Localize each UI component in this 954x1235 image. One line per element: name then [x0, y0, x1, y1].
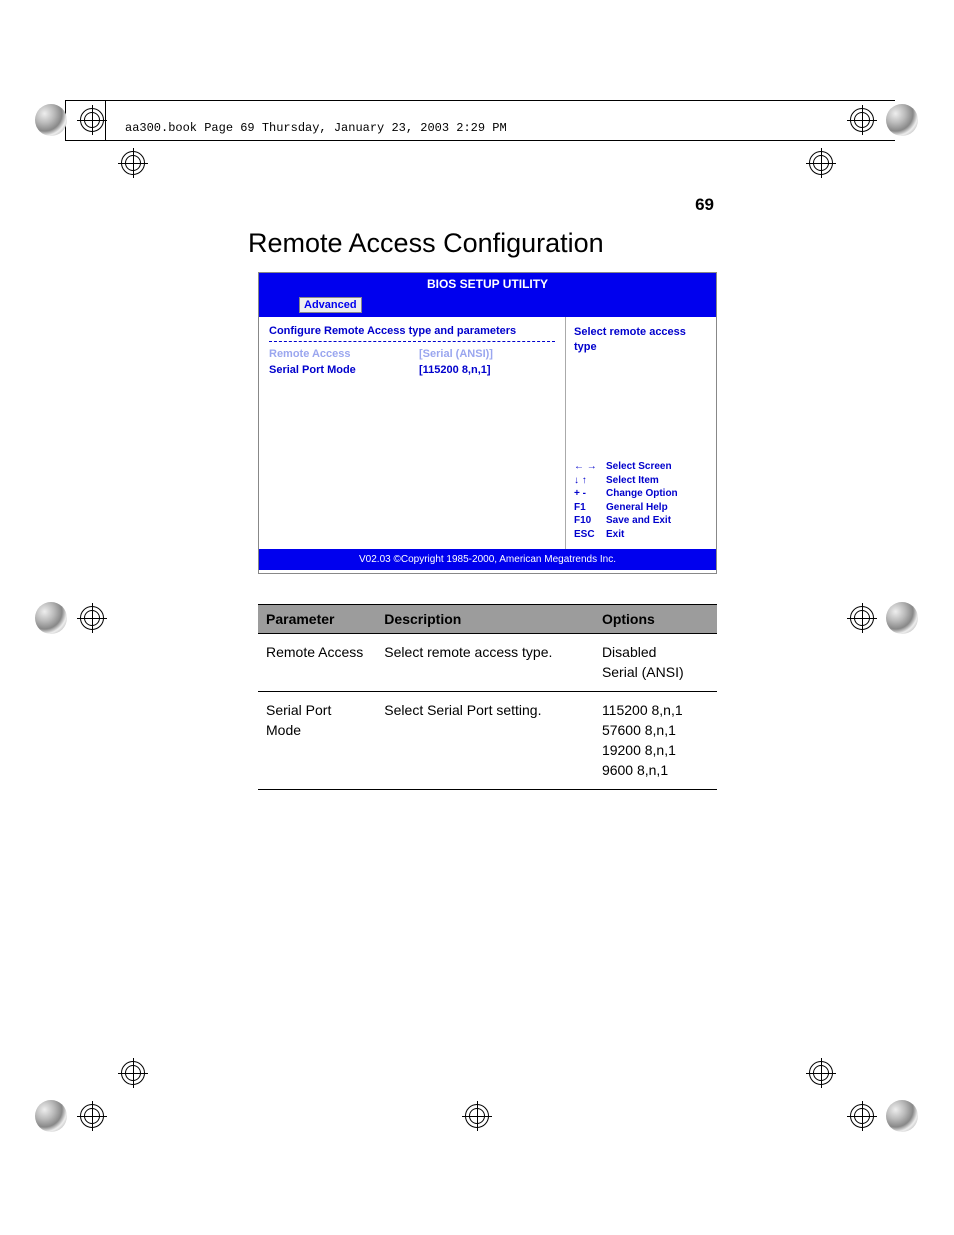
section-title: Remote Access Configuration: [248, 228, 604, 259]
regmark-bot-right: [847, 1101, 877, 1131]
bios-instruction: Configure Remote Access type and paramet…: [269, 325, 555, 337]
bios-row-label: Remote Access: [269, 348, 419, 360]
regmark-bot-left-2: [118, 1058, 148, 1088]
rosette-bot-right: [886, 1100, 918, 1132]
cell-param: Serial Port Mode: [258, 691, 376, 789]
regmark-top-left-2: [118, 148, 148, 178]
key-desc: General Help: [606, 501, 668, 515]
key-sym: + -: [574, 487, 606, 501]
bios-setup-screenshot: BIOS SETUP UTILITY Advanced Configure Re…: [258, 272, 717, 574]
key-desc: Select Screen: [606, 460, 672, 474]
page-number: 69: [695, 195, 714, 215]
bios-row-value: [115200 8,n,1]: [419, 364, 491, 376]
rosette-mid-left: [35, 602, 67, 634]
key-sym: ESC: [574, 528, 606, 542]
regmark-top-left: [77, 105, 107, 135]
key-desc: Select Item: [606, 474, 659, 488]
rosette-top-left: [35, 104, 67, 136]
cell-opts: 115200 8,n,1 57600 8,n,1 19200 8,n,1 960…: [594, 691, 717, 789]
table-row: Serial Port Mode Select Serial Port sett…: [258, 691, 717, 789]
regmark-mid-left: [77, 603, 107, 633]
key-sym: F1: [574, 501, 606, 515]
header-filename: aa300.book Page 69 Thursday, January 23,…: [125, 121, 507, 135]
regmark-bot-mid: [462, 1101, 492, 1131]
cell-desc: Select Serial Port setting.: [376, 691, 594, 789]
rosette-mid-right: [886, 602, 918, 634]
th-options: Options: [594, 605, 717, 634]
key-sym: ↓ ↑: [574, 474, 606, 488]
regmark-bot-right-2: [806, 1058, 836, 1088]
key-desc: Exit: [606, 528, 624, 542]
bios-help-text: Select remote access type: [574, 325, 708, 355]
bios-title: BIOS SETUP UTILITY: [259, 273, 716, 295]
cell-opts: Disabled Serial (ANSI): [594, 634, 717, 692]
crop-line-top: [65, 100, 895, 101]
bios-left-pane: Configure Remote Access type and paramet…: [259, 317, 566, 549]
th-description: Description: [376, 605, 594, 634]
bios-row-value: [Serial (ANSI)]: [419, 348, 493, 360]
bios-row-label: Serial Port Mode: [269, 364, 419, 376]
bios-key-legend: ← →Select Screen ↓ ↑Select Item + -Chang…: [574, 460, 678, 541]
key-sym: F10: [574, 514, 606, 528]
key-sym: ← →: [574, 460, 606, 474]
rosette-bot-left: [35, 1100, 67, 1132]
cell-param: Remote Access: [258, 634, 376, 692]
th-parameter: Parameter: [258, 605, 376, 634]
key-desc: Save and Exit: [606, 514, 671, 528]
regmark-top-right-2: [806, 148, 836, 178]
parameter-table: Parameter Description Options Remote Acc…: [258, 604, 717, 790]
regmark-top-right-inner: [847, 105, 877, 135]
bios-row-serial-port-mode: Serial Port Mode [115200 8,n,1]: [269, 364, 555, 376]
crop-line-header-bottom: [65, 140, 895, 141]
bios-right-pane: Select remote access type ← →Select Scre…: [566, 317, 716, 549]
bios-tab-advanced: Advanced: [299, 297, 362, 313]
regmark-bot-left: [77, 1101, 107, 1131]
cell-desc: Select remote access type.: [376, 634, 594, 692]
bios-row-remote-access: Remote Access [Serial (ANSI)]: [269, 348, 555, 360]
regmark-mid-right: [847, 603, 877, 633]
bios-tab-bar: Advanced: [259, 295, 716, 317]
bios-footer: V02.03 ©Copyright 1985-2000, American Me…: [259, 549, 716, 570]
rosette-top-right: [886, 104, 918, 136]
bios-divider: [269, 341, 555, 342]
table-row: Remote Access Select remote access type.…: [258, 634, 717, 692]
key-desc: Change Option: [606, 487, 678, 501]
